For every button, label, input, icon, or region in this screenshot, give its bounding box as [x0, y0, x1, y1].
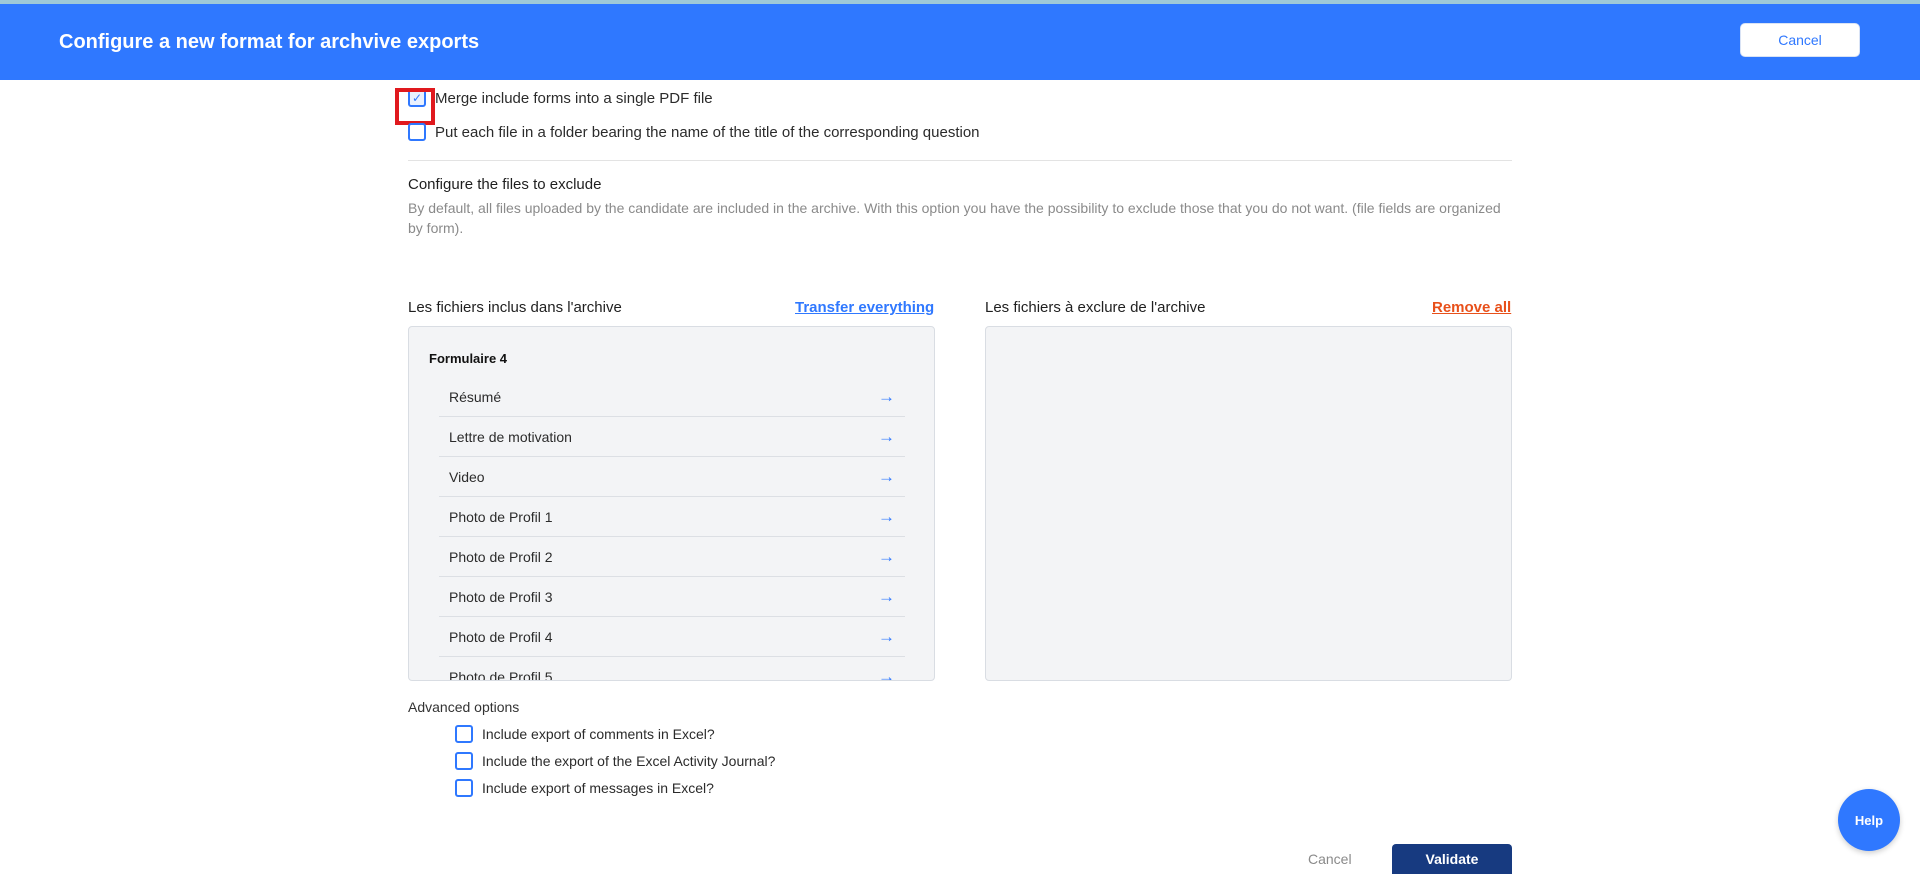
file-name: Photo de Profil 3: [449, 588, 553, 605]
included-file-list: Résumé → Lettre de motivation → Video → Pho…: [439, 377, 905, 681]
folder-per-question-checkbox[interactable]: [408, 123, 426, 141]
file-name: Photo de Profil 2: [449, 548, 553, 565]
remove-all-link[interactable]: Remove all: [1432, 299, 1511, 316]
folder-per-question-option[interactable]: Put each file in a folder bearing the na…: [408, 123, 980, 141]
messages-excel-label: Include export of messages in Excel?: [482, 780, 714, 796]
list-item[interactable]: Video →: [439, 457, 905, 497]
arrow-right-icon[interactable]: →: [878, 507, 895, 527]
merge-forms-option[interactable]: ✓ Merge include forms into a single PDF …: [395, 88, 713, 125]
messages-excel-checkbox[interactable]: [455, 779, 473, 797]
arrow-right-icon[interactable]: →: [878, 387, 895, 407]
list-item[interactable]: Photo de Profil 4 →: [439, 617, 905, 657]
comments-excel-label: Include export of comments in Excel?: [482, 726, 715, 742]
comments-excel-checkbox[interactable]: [455, 725, 473, 743]
arrow-right-icon[interactable]: →: [878, 667, 895, 681]
activity-journal-option[interactable]: Include the export of the Excel Activity…: [455, 752, 775, 770]
list-item[interactable]: Photo de Profil 1 →: [439, 497, 905, 537]
list-item[interactable]: Photo de Profil 5 →: [439, 657, 905, 681]
exclude-section-description: By default, all files uploaded by the ca…: [408, 200, 1501, 236]
merge-forms-label: Merge include forms into a single PDF fi…: [435, 89, 713, 107]
validate-button[interactable]: Validate: [1392, 844, 1512, 874]
activity-journal-checkbox[interactable]: [455, 752, 473, 770]
list-item[interactable]: Photo de Profil 2 →: [439, 537, 905, 577]
file-name: Photo de Profil 5: [449, 668, 553, 681]
exclude-section-title: Configure the files to exclude: [408, 176, 602, 193]
advanced-options-title: Advanced options: [408, 699, 520, 715]
included-files-panel: Formulaire 4 Résumé → Lettre de motivatio…: [408, 326, 935, 681]
modal-header: Configure a new format for archvive expo…: [0, 4, 1920, 80]
included-panel-title: Les fichiers inclus dans l'archive: [408, 299, 622, 316]
file-name: Lettre de motivation: [449, 428, 572, 445]
arrow-right-icon[interactable]: →: [878, 467, 895, 487]
arrow-right-icon[interactable]: →: [878, 627, 895, 647]
list-item[interactable]: Lettre de motivation →: [439, 417, 905, 457]
help-button[interactable]: Help: [1838, 789, 1900, 851]
file-name: Résumé: [449, 388, 502, 405]
list-item[interactable]: Photo de Profil 3 →: [439, 577, 905, 617]
page-title: Configure a new format for archvive expo…: [59, 30, 480, 53]
activity-journal-label: Include the export of the Excel Activity…: [482, 753, 776, 769]
arrow-right-icon[interactable]: →: [878, 547, 895, 567]
file-name: Photo de Profil 1: [449, 508, 553, 525]
arrow-right-icon[interactable]: →: [878, 427, 895, 447]
selection-highlight: [395, 88, 435, 125]
transfer-everything-link[interactable]: Transfer everything: [795, 299, 934, 316]
comments-excel-option[interactable]: Include export of comments in Excel?: [455, 725, 715, 743]
header-cancel-button[interactable]: Cancel: [1740, 23, 1860, 57]
excluded-panel-title: Les fichiers à exclure de l'archive: [985, 299, 1206, 316]
file-name: Video: [449, 468, 485, 485]
file-name: Photo de Profil 4: [449, 628, 553, 645]
excluded-files-panel: [985, 326, 1512, 681]
list-item[interactable]: Résumé →: [439, 377, 905, 417]
section-divider: [408, 160, 1512, 161]
arrow-right-icon[interactable]: →: [878, 587, 895, 607]
footer-cancel-button[interactable]: Cancel: [1308, 851, 1352, 867]
form-group-title: Formulaire 4: [429, 351, 508, 366]
messages-excel-option[interactable]: Include export of messages in Excel?: [455, 779, 714, 797]
folder-per-question-label: Put each file in a folder bearing the na…: [435, 123, 980, 141]
